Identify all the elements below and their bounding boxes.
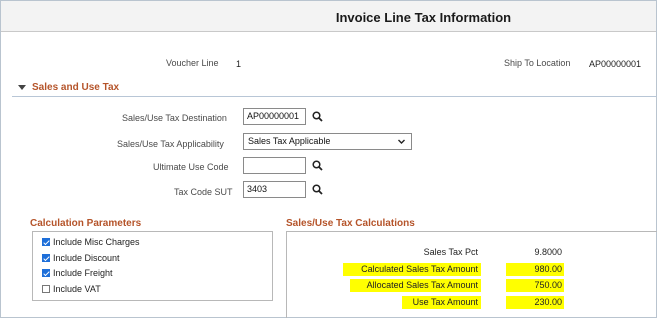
tax-destination-input[interactable]: AP00000001 — [243, 108, 306, 125]
section-title: Sales and Use Tax — [32, 82, 120, 93]
tax-destination-label: Sales/Use Tax Destination — [122, 113, 227, 123]
sales-and-use-tax-section-toggle[interactable]: Sales and Use Tax — [18, 82, 119, 93]
include-discount-checkbox[interactable]: Include Discount — [42, 253, 120, 263]
checkbox-label: Include Misc Charges — [53, 237, 140, 247]
search-icon[interactable] — [309, 181, 326, 198]
checkbox-label: Include Discount — [53, 253, 120, 263]
tax-code-sut-label: Tax Code SUT — [174, 187, 233, 197]
calculated-sales-tax-value: 980.00 — [534, 264, 562, 274]
checkbox-label: Include VAT — [53, 284, 101, 294]
tax-calculations-title: Sales/Use Tax Calculations — [286, 218, 415, 229]
page-title: Invoice Line Tax Information — [335, 10, 512, 25]
tax-applicability-label: Sales/Use Tax Applicability — [117, 139, 224, 149]
use-tax-amount-value: 230.00 — [534, 297, 562, 307]
search-icon[interactable] — [309, 108, 326, 125]
calculated-sales-tax-label: Calculated Sales Tax Amount — [361, 264, 478, 274]
sales-tax-pct-label: Sales Tax Pct — [423, 247, 478, 257]
allocated-sales-tax-label: Allocated Sales Tax Amount — [366, 280, 478, 290]
include-vat-checkbox[interactable]: Include VAT — [42, 284, 101, 294]
ship-to-location-value: AP00000001 — [589, 59, 642, 69]
checkbox-unchecked-icon[interactable] — [42, 285, 50, 293]
search-icon[interactable] — [309, 157, 326, 174]
section-divider — [12, 96, 656, 97]
use-tax-amount-label: Use Tax Amount — [412, 297, 478, 307]
triangle-down-icon — [18, 85, 26, 90]
title-bar: Invoice Line Tax Information — [1, 1, 656, 32]
include-misc-charges-checkbox[interactable]: Include Misc Charges — [42, 237, 140, 247]
checkbox-checked-icon[interactable] — [42, 238, 50, 246]
checkbox-checked-icon[interactable] — [42, 254, 50, 262]
ultimate-use-code-input[interactable] — [243, 157, 306, 174]
tax-applicability-select[interactable]: Sales Tax Applicable — [243, 133, 412, 150]
include-freight-checkbox[interactable]: Include Freight — [42, 268, 113, 278]
ship-to-location-label: Ship To Location — [504, 58, 571, 68]
checkbox-checked-icon[interactable] — [42, 269, 50, 277]
chevron-down-icon — [397, 137, 406, 148]
ultimate-use-code-label: Ultimate Use Code — [153, 162, 229, 172]
voucher-line-value: 1 — [236, 59, 242, 69]
checkbox-label: Include Freight — [53, 268, 113, 278]
sales-tax-pct-value: 9.8000 — [534, 247, 562, 257]
tax-code-sut-input[interactable]: 3403 — [243, 181, 306, 198]
calculation-parameters-title: Calculation Parameters — [30, 218, 142, 229]
voucher-line-label: Voucher Line — [166, 58, 219, 68]
tax-applicability-value: Sales Tax Applicable — [248, 136, 331, 146]
allocated-sales-tax-value: 750.00 — [534, 280, 562, 290]
